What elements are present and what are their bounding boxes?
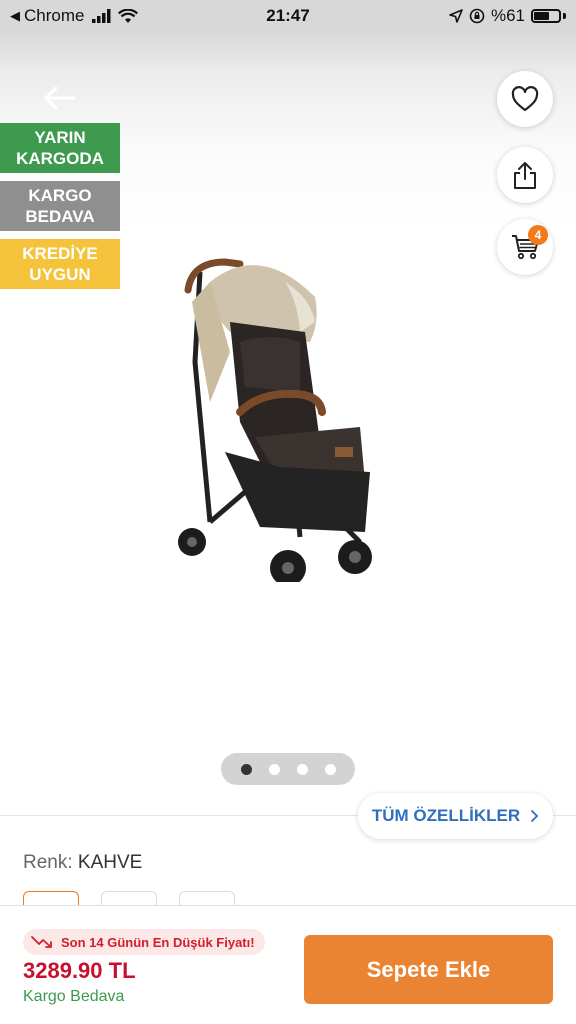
rotation-lock-icon — [469, 8, 485, 24]
battery-percent: %61 — [490, 6, 525, 25]
back-button[interactable] — [36, 80, 84, 116]
color-selection: Renk: KAHVE — [23, 852, 142, 874]
shipping-info: Kargo Bedava — [23, 988, 125, 1005]
heart-icon — [511, 86, 539, 112]
all-specs-button[interactable]: TÜM ÖZELLİKLER — [358, 793, 553, 839]
location-icon — [449, 9, 463, 23]
tag-credit-eligible: KREDİYE UYGUN — [0, 239, 120, 289]
share-button[interactable] — [497, 147, 553, 203]
lowest-price-badge: Son 14 Günün En Düşük Fiyatı! — [23, 929, 265, 955]
carousel-indicator[interactable] — [221, 753, 355, 785]
all-specs-label: TÜM ÖZELLİKLER — [371, 806, 521, 825]
carousel-dot[interactable] — [268, 763, 280, 775]
battery-icon — [531, 9, 561, 23]
tag-next-day-shipping: YARIN KARGODA — [0, 123, 120, 173]
chevron-right-icon — [531, 810, 539, 822]
product-image[interactable] — [170, 242, 390, 582]
tag-free-shipping: KARGO BEDAVA — [0, 181, 120, 231]
add-to-cart-button[interactable]: Sepete Ekle — [304, 935, 553, 1004]
carousel-dot[interactable] — [296, 763, 308, 775]
color-value: KAHVE — [77, 852, 143, 873]
product-gallery[interactable]: 4 YARIN KARGODA KARGO BEDAVA KREDİYE UYG… — [0, 32, 576, 812]
bottom-purchase-bar: Son 14 Günün En Düşük Fiyatı! 3289.90 TL… — [0, 905, 576, 1024]
favorite-button[interactable] — [497, 71, 553, 127]
product-price: 3289.90 TL — [23, 958, 136, 983]
cart-count-badge: 4 — [528, 225, 548, 245]
arrow-left-icon — [44, 86, 76, 110]
carousel-dot[interactable] — [324, 763, 336, 775]
share-icon — [514, 162, 536, 189]
status-bar: ◀ Chrome 21:47 %61 — [0, 0, 576, 32]
carousel-dot-active[interactable] — [240, 763, 252, 775]
color-label: Renk: — [23, 852, 73, 873]
cart-button[interactable]: 4 — [497, 219, 553, 275]
trend-down-icon — [31, 936, 52, 948]
lowest-price-text: Son 14 Günün En Düşük Fiyatı! — [61, 934, 255, 950]
